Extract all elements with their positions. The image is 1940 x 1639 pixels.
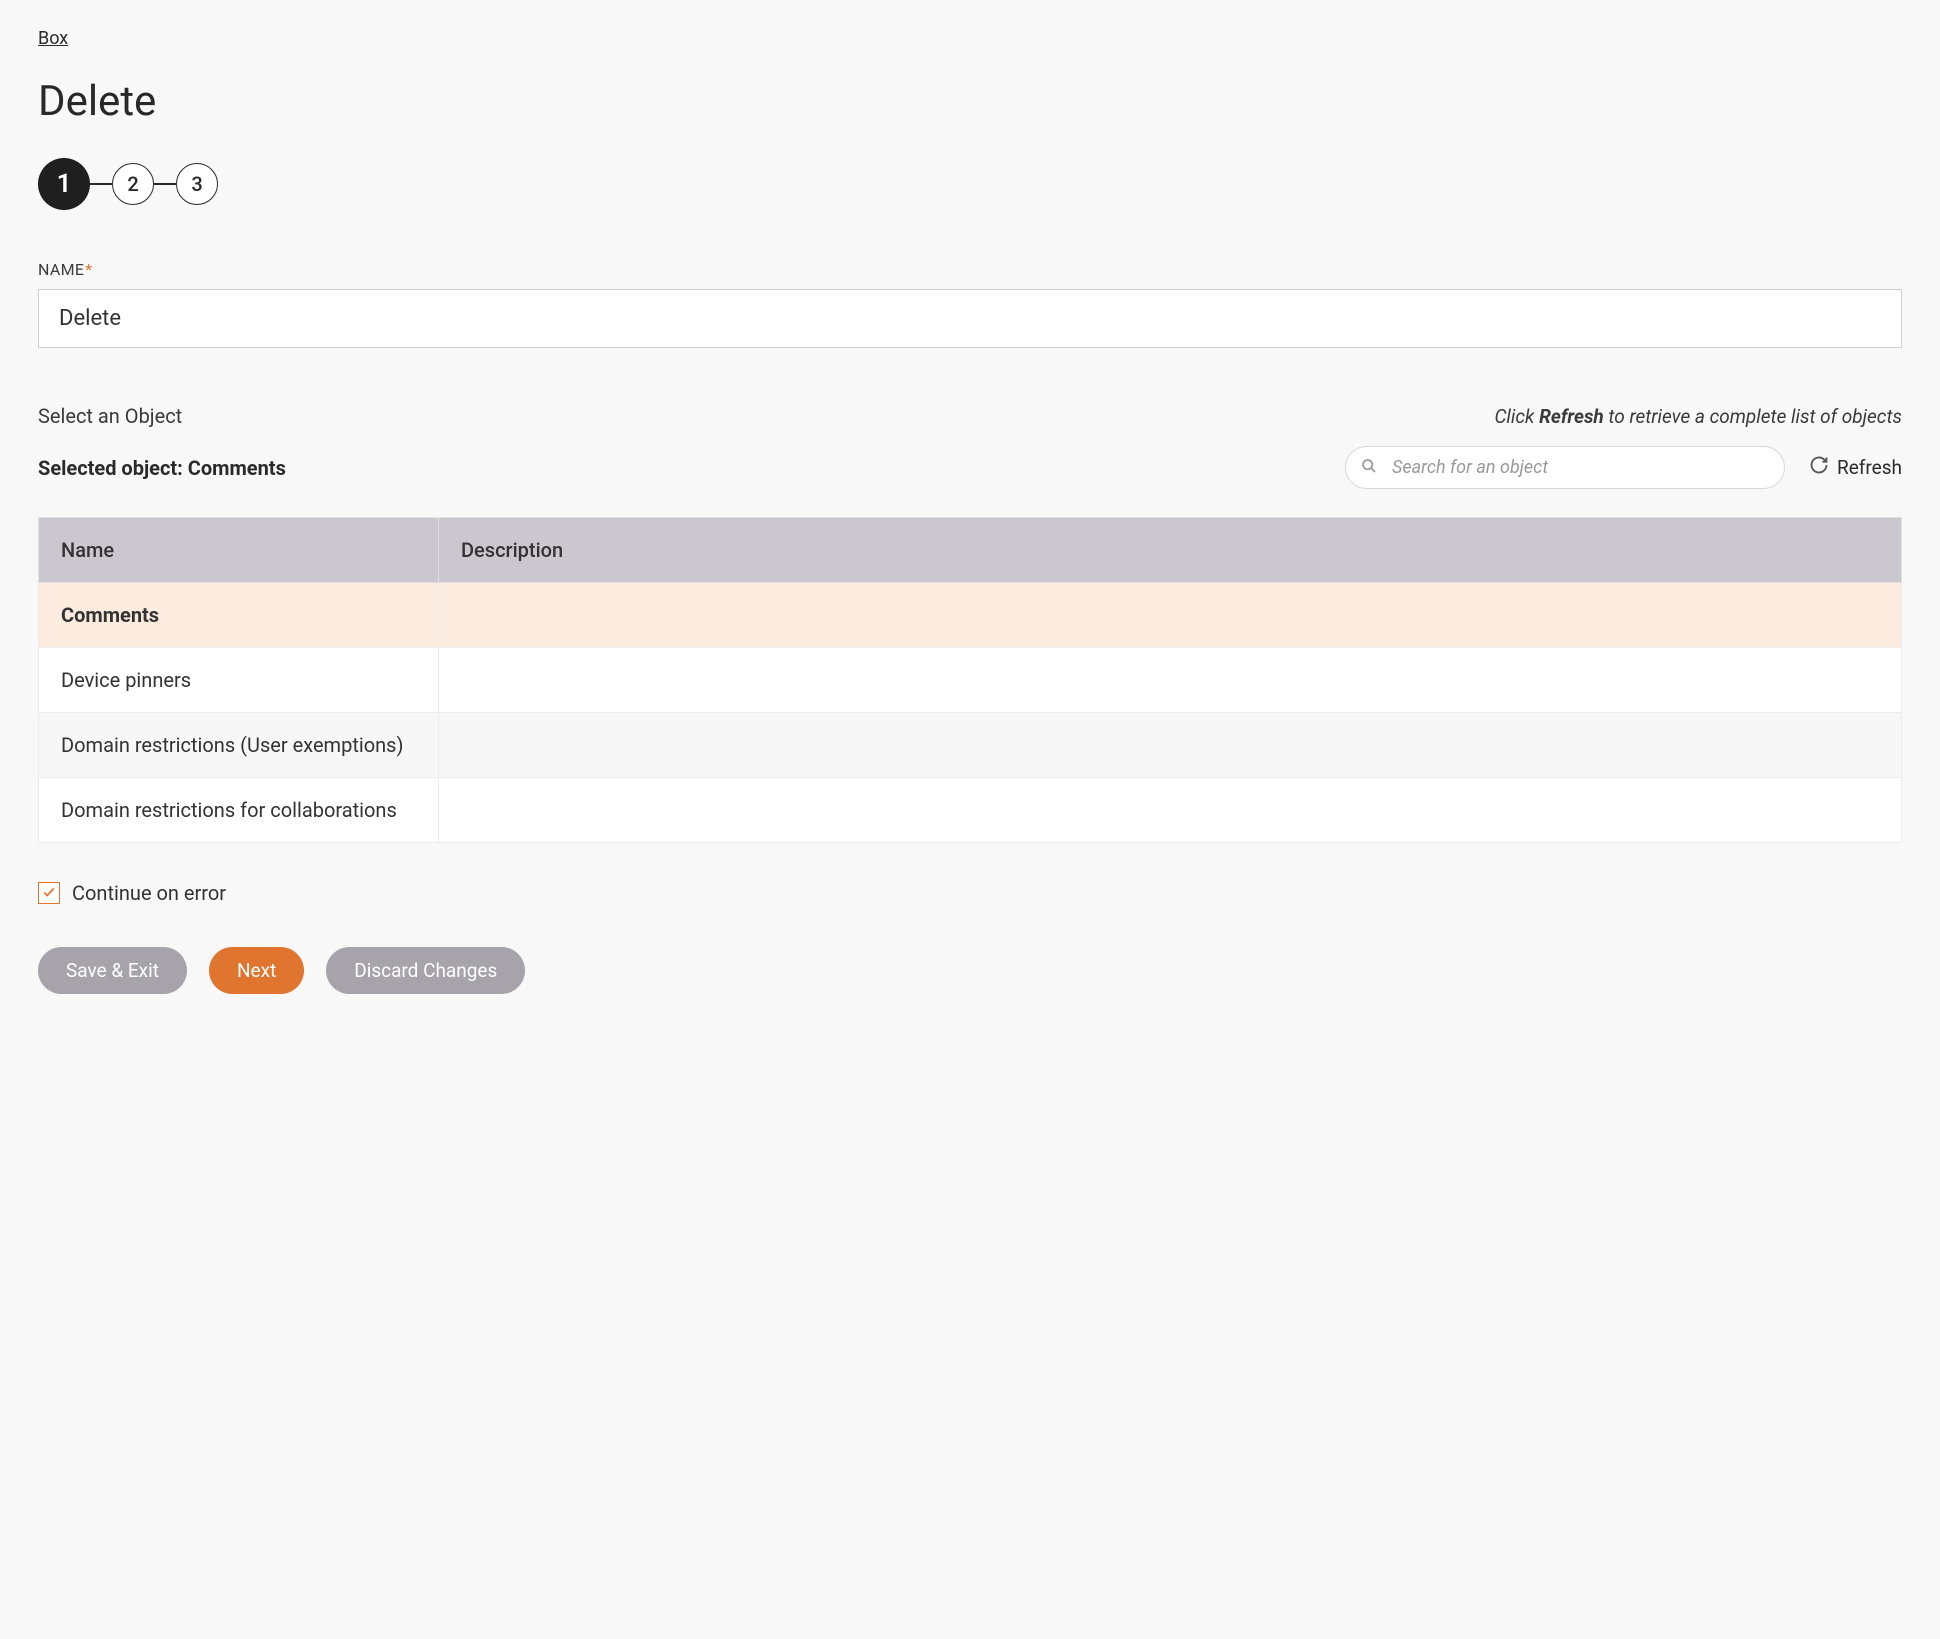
table-cell-name: Domain restrictions (User exemptions) bbox=[39, 713, 439, 778]
step-3[interactable]: 3 bbox=[176, 163, 218, 205]
table-cell-name: Device pinners bbox=[39, 648, 439, 713]
refresh-button[interactable]: Refresh bbox=[1809, 455, 1902, 480]
step-1[interactable]: 1 bbox=[38, 158, 90, 210]
object-search-input[interactable] bbox=[1345, 446, 1785, 489]
table-cell-description bbox=[439, 713, 1902, 778]
table-row[interactable]: Device pinners bbox=[39, 648, 1902, 713]
table-row[interactable]: Domain restrictions (User exemptions) bbox=[39, 713, 1902, 778]
continue-on-error-checkbox[interactable] bbox=[38, 882, 60, 904]
refresh-icon bbox=[1809, 455, 1829, 480]
selected-object-label: Selected object: Comments bbox=[38, 456, 286, 480]
continue-on-error-label: Continue on error bbox=[72, 881, 226, 905]
refresh-label: Refresh bbox=[1837, 456, 1902, 479]
table-cell-description bbox=[439, 778, 1902, 843]
table-header-description: Description bbox=[439, 518, 1902, 583]
search-icon bbox=[1361, 458, 1377, 478]
step-2[interactable]: 2 bbox=[112, 163, 154, 205]
breadcrumb-box[interactable]: Box bbox=[38, 28, 68, 49]
step-connector bbox=[90, 183, 112, 185]
object-table: Name Description Comments Device pinners… bbox=[38, 517, 1902, 843]
page-title: Delete bbox=[38, 77, 1902, 126]
table-row[interactable]: Comments bbox=[39, 583, 1902, 648]
table-cell-name: Domain restrictions for collaborations bbox=[39, 778, 439, 843]
table-cell-name: Comments bbox=[39, 583, 439, 648]
check-icon bbox=[42, 884, 56, 903]
next-button[interactable]: Next bbox=[209, 947, 304, 994]
stepper: 1 2 3 bbox=[38, 158, 1902, 210]
name-field-label: NAME* bbox=[38, 260, 1902, 279]
select-object-label: Select an Object bbox=[38, 404, 182, 428]
table-row[interactable]: Domain restrictions for collaborations bbox=[39, 778, 1902, 843]
table-cell-description bbox=[439, 583, 1902, 648]
step-connector bbox=[154, 183, 176, 185]
table-header-name: Name bbox=[39, 518, 439, 583]
save-exit-button[interactable]: Save & Exit bbox=[38, 947, 187, 994]
name-input[interactable] bbox=[38, 289, 1902, 348]
discard-changes-button[interactable]: Discard Changes bbox=[326, 947, 525, 994]
table-cell-description bbox=[439, 648, 1902, 713]
refresh-info-text: Click Refresh to retrieve a complete lis… bbox=[1494, 405, 1902, 428]
required-mark: * bbox=[85, 260, 92, 279]
